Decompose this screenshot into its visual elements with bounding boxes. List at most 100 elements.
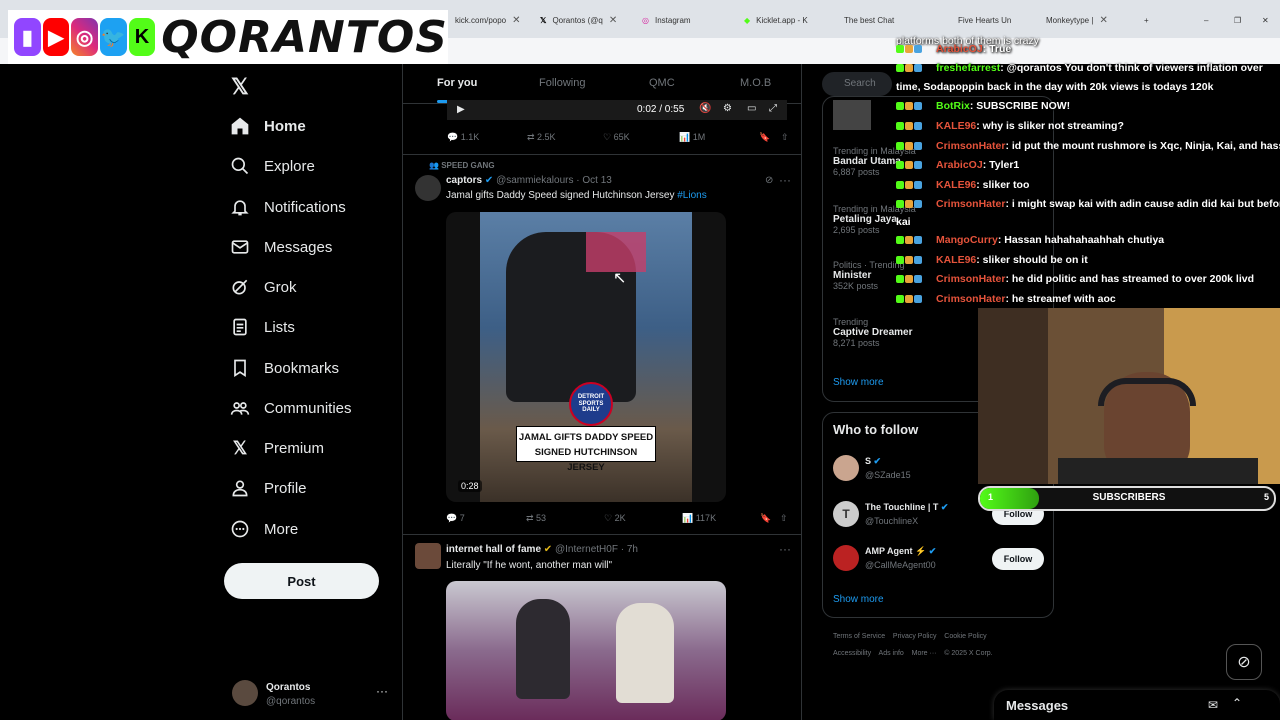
avatar[interactable] xyxy=(415,543,441,569)
fullscreen-icon[interactable]: ⤢ xyxy=(769,103,777,114)
axios-thumbnail[interactable] xyxy=(833,100,871,130)
footer-link[interactable]: Accessibility xyxy=(833,650,871,657)
browser-tab[interactable]: Monkeytype | ✕ xyxy=(1046,8,1136,32)
repost-button[interactable]: ⇄ 2.5K xyxy=(527,132,556,143)
brand-text: QORANTOS xyxy=(161,11,448,63)
window-close-icon[interactable]: ✕ xyxy=(1262,8,1274,32)
footer-link[interactable]: Privacy Policy xyxy=(893,633,937,640)
minimize-icon[interactable]: – xyxy=(1204,8,1216,32)
chat-username[interactable]: MangoCurry xyxy=(936,234,998,246)
chat-username[interactable]: CrimsonHater xyxy=(936,198,1005,210)
more-dots-icon[interactable]: ··· xyxy=(376,684,388,698)
views-button[interactable]: 📊 1M xyxy=(679,132,705,143)
tweet-text: Literally "If he wont, another man will" xyxy=(446,560,613,571)
chat-username[interactable]: ArabicOJ xyxy=(936,43,983,55)
hashtag-link[interactable]: #Lions xyxy=(677,190,706,201)
close-icon[interactable]: ✕ xyxy=(1099,15,1107,26)
grok-float-icon[interactable]: ⊘ xyxy=(1226,644,1262,680)
share-icon[interactable]: ⇧ xyxy=(780,513,788,524)
chat-username[interactable]: KALE96 xyxy=(936,179,976,191)
chat-username[interactable]: freshefarrest xyxy=(936,62,1000,74)
footer-link[interactable]: Cookie Policy xyxy=(944,633,986,640)
tab-following[interactable]: Following xyxy=(539,77,585,89)
tweet[interactable]: 👥 SPEED GANG captors ✔ @sammiekalours · … xyxy=(403,155,801,535)
tab-qmc[interactable]: QMC xyxy=(649,77,675,89)
author-handle[interactable]: @sammiekalours xyxy=(496,175,573,186)
browser-tab[interactable]: The best Chat xyxy=(844,8,904,32)
nav-notifications[interactable]: Notifications xyxy=(230,197,346,217)
close-icon[interactable]: ✕ xyxy=(512,15,520,26)
nav-lists[interactable]: Lists xyxy=(230,317,295,337)
more-dots-icon[interactable]: ··· xyxy=(779,542,791,556)
tab-for-you[interactable]: For you xyxy=(437,77,477,89)
browser-tab[interactable]: kick.com/popo ✕ xyxy=(455,8,535,32)
footer-link[interactable]: More ··· xyxy=(912,650,937,657)
chat-username[interactable]: KALE96 xyxy=(936,120,976,132)
avatar[interactable] xyxy=(415,175,441,201)
views-button[interactable]: 📊 117K xyxy=(682,513,716,524)
nav-profile[interactable]: Profile xyxy=(230,478,307,498)
tweet-image[interactable] xyxy=(446,581,726,720)
tweet[interactable]: internet hall of fame ✔ @InternetH0F · 7… xyxy=(403,535,801,720)
account-switcher[interactable]: Qorantos @qorantos ··· xyxy=(232,680,392,710)
like-button[interactable]: ♡ 65K xyxy=(603,132,630,143)
post-button[interactable]: Post xyxy=(224,563,379,599)
author-name[interactable]: captors xyxy=(446,175,482,186)
chat-username[interactable]: CrimsonHater xyxy=(936,140,1005,152)
nav-communities[interactable]: Communities xyxy=(230,398,352,418)
author-handle[interactable]: @InternetH0F xyxy=(555,544,618,555)
follow-button[interactable]: Follow xyxy=(992,548,1044,570)
chat-username[interactable]: ArabicOJ xyxy=(936,159,983,171)
avatar xyxy=(833,455,859,481)
author-name[interactable]: internet hall of fame xyxy=(446,544,541,555)
play-icon[interactable]: ▶ xyxy=(457,104,465,115)
chat-username[interactable]: BotRix xyxy=(936,100,970,112)
chat-username[interactable]: KALE96 xyxy=(936,254,976,266)
reply-button[interactable]: 💬 7 xyxy=(446,513,465,524)
like-button[interactable]: ♡ 2K xyxy=(604,513,626,524)
share-icon[interactable]: ⇧ xyxy=(781,132,789,143)
nav-bookmarks[interactable]: Bookmarks xyxy=(230,358,339,378)
messages-drawer[interactable]: Messages ✉ ⌃ xyxy=(994,690,1280,720)
x-logo-icon[interactable]: 𝕏 xyxy=(231,74,249,100)
browser-tab[interactable]: 𝕏 Qorantos (@q ✕ xyxy=(540,8,635,32)
maximize-icon[interactable]: ❐ xyxy=(1234,8,1246,32)
footer-link[interactable]: Terms of Service xyxy=(833,633,885,640)
settings-icon[interactable]: ⚙ xyxy=(723,103,732,114)
bookmark-icon[interactable]: 🔖 xyxy=(760,513,771,524)
browser-tab[interactable]: Five Hearts Un xyxy=(958,8,1018,32)
nav-home[interactable]: Home xyxy=(230,116,306,136)
volume-icon[interactable]: 🔇 xyxy=(699,103,711,114)
close-icon[interactable]: ✕ xyxy=(609,15,617,26)
tweet-video[interactable]: DETROIT SPORTS DAILY JAMAL GIFTS DADDY S… xyxy=(446,212,726,502)
bookmark-icon[interactable]: 🔖 xyxy=(759,132,770,143)
repost-button[interactable]: ⇄ 53 xyxy=(526,513,546,524)
tweet-date[interactable]: · Oct 13 xyxy=(576,175,612,186)
pip-icon[interactable]: ▭ xyxy=(747,103,756,114)
trend-item[interactable]: Trending Captive Dreamer 8,271 posts xyxy=(833,317,912,348)
show-more-link[interactable]: Show more xyxy=(833,377,884,388)
nav-explore[interactable]: Explore xyxy=(230,156,315,176)
show-more-link[interactable]: Show more xyxy=(833,594,884,605)
expand-icon[interactable]: ⌃ xyxy=(1232,696,1242,710)
compose-message-icon[interactable]: ✉ xyxy=(1208,698,1218,712)
browser-tab[interactable]: ◆ Kicklet.app - K xyxy=(744,8,839,32)
new-tab-icon[interactable]: + xyxy=(1144,8,1158,32)
tweet-date[interactable]: · 7h xyxy=(621,544,638,555)
nav-grok[interactable]: Grok xyxy=(230,277,297,297)
video-player[interactable]: ▶ 0:02 / 0:55 🔇 ⚙ ▭ ⤢ xyxy=(447,100,787,120)
nav-premium[interactable]: 𝕏 Premium xyxy=(230,438,324,459)
reply-button[interactable]: 💬 1.1K xyxy=(447,132,479,143)
footer-link[interactable]: Ads info xyxy=(879,650,904,657)
more-dots-icon[interactable]: ··· xyxy=(779,173,791,187)
nav-more[interactable]: More xyxy=(230,519,298,539)
follow-suggestion[interactable]: AMP Agent ⚡ ✔ @CallMeAgent00 Follow xyxy=(833,545,1045,575)
grok-icon[interactable]: ⊘ xyxy=(765,175,773,186)
chat-username[interactable]: CrimsonHater xyxy=(936,273,1005,285)
search-input[interactable]: Search xyxy=(822,72,892,96)
browser-tab[interactable]: ◎ Instagram xyxy=(642,8,737,32)
nav-messages[interactable]: Messages xyxy=(230,237,332,257)
chat-username[interactable]: CrimsonHater xyxy=(936,293,1005,305)
tab-mob[interactable]: M.O.B xyxy=(740,77,771,89)
person-icon xyxy=(232,480,248,497)
